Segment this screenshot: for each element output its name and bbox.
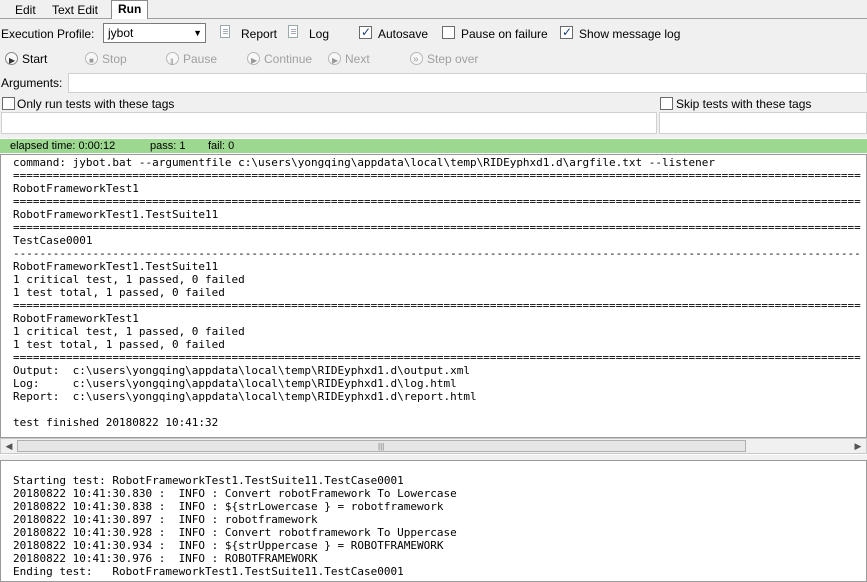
output-line: Log: c:\users\yongqing\appdata\local\tem… [13,377,457,390]
scrollbar-thumb[interactable]: ||| [17,440,746,452]
continue-button[interactable]: Continue [247,50,313,70]
output-line: 1 critical test, 1 passed, 0 failed [13,273,245,286]
tag-filter-row: Only run tests with these tags Skip test… [0,95,867,137]
run-toolbar: Execution Profile: jybot ▼ Report Log Au… [0,19,867,138]
autosave-checkbox[interactable] [359,25,372,39]
output-line: command: jybot.bat --argumentfile c:\use… [13,156,715,169]
fail-count: fail: 0 [208,140,235,152]
arguments-row: Arguments: [0,73,867,95]
step-over-button[interactable]: Step over [410,50,479,69]
only-run-tags-checkbox[interactable] [2,97,15,110]
stop-button[interactable]: Stop [85,50,127,70]
output-line: TestCase0001 [13,234,93,247]
output-line: 20180822 10:41:30.897 : INFO : robotfram… [13,513,318,526]
play-icon [5,52,18,70]
output-line: 1 critical test, 1 passed, 0 failed [13,325,245,338]
next-icon [328,52,341,70]
output-line: 20180822 10:41:30.976 : INFO : ROBOTFRAM… [13,552,318,565]
start-label: Start [22,52,48,66]
output-line: Output: c:\users\yongqing\appdata\local\… [13,364,470,377]
step-over-label: Step over [427,52,479,66]
start-button[interactable]: Start [5,50,48,70]
output-line: 20180822 10:41:30.928 : INFO : Convert r… [13,526,457,539]
arguments-label: Arguments: [1,76,63,90]
show-message-log-checkbox[interactable] [560,25,573,39]
output-line: RobotFrameworkTest1.TestSuite11 [13,260,219,273]
output-line: RobotFrameworkTest1.TestSuite11 [13,208,219,221]
output-line: 20180822 10:41:30.838 : INFO : ${strLowe… [13,500,444,513]
pause-on-failure-label: Pause on failure [461,27,548,41]
run-controls-row: Start Stop Pause Continue Next Step over [0,50,867,71]
skip-tags-checkbox[interactable] [660,97,673,110]
scrollbar-grip-icon: ||| [378,442,385,451]
output-line: Starting test: RobotFrameworkTest1.TestS… [13,474,404,487]
autosave-label: Autosave [378,27,429,41]
output-line: RobotFrameworkTest1 [13,182,139,195]
scroll-left-arrow-icon[interactable]: ◀ [2,440,16,453]
message-log-lines: Starting test: RobotFrameworkTest1.TestS… [13,474,457,578]
arguments-input[interactable] [68,73,867,93]
output-line: RobotFrameworkTest1 [13,312,139,325]
console-output[interactable]: command: jybot.bat --argumentfile c:\use… [0,154,867,438]
pause-label: Pause [183,52,218,66]
output-line: 1 test total, 1 passed, 0 failed [13,338,225,351]
stop-icon [85,52,98,70]
output-line: Report: c:\users\yongqing\appdata\local\… [13,390,477,403]
execution-profile-value: jybot [108,26,134,40]
report-button[interactable]: Report [241,27,277,41]
profile-row: Execution Profile: jybot ▼ Report Log Au… [0,19,867,46]
chevron-down-icon: ▼ [193,28,202,38]
continue-label: Continue [264,52,313,66]
show-message-log-label: Show message log [579,27,681,41]
output-line: ========================================… [13,351,861,364]
tab-edit[interactable]: Edit [8,1,43,19]
pause-icon [166,52,179,71]
tab-text-edit[interactable]: Text Edit [45,1,105,19]
output-line: 1 test total, 1 passed, 0 failed [13,286,225,299]
next-button[interactable]: Next [328,50,370,70]
stop-label: Stop [102,52,127,66]
output-line: 20180822 10:41:30.934 : INFO : ${strUppe… [13,539,444,552]
skip-tags-label: Skip tests with these tags [676,97,812,111]
output-line: ========================================… [13,221,861,234]
elapsed-time: elapsed time: 0:00:12 [10,140,116,152]
tab-bar: Edit Text Edit Run [0,0,867,20]
skip-tags-input[interactable] [659,112,867,134]
step-over-icon [410,51,423,69]
log-button[interactable]: Log [309,27,329,41]
execution-status-bar: elapsed time: 0:00:12 pass: 1 fail: 0 [0,139,867,153]
console-lines: command: jybot.bat --argumentfile c:\use… [13,156,861,429]
output-line: ----------------------------------------… [13,247,861,260]
message-log[interactable]: Starting test: RobotFrameworkTest1.TestS… [0,460,867,582]
continue-icon [247,52,260,70]
tab-run[interactable]: Run [111,0,149,20]
output-line: ========================================… [13,195,861,208]
output-line: 20180822 10:41:30.830 : INFO : Convert r… [13,487,457,500]
output-line: ========================================… [13,169,861,182]
report-doc-icon [220,25,230,38]
execution-profile-label: Execution Profile: [1,27,95,41]
log-doc-icon [288,25,298,38]
output-line: ========================================… [13,299,861,312]
output-line: test finished 20180822 10:41:32 [13,416,219,429]
next-label: Next [345,52,370,66]
pass-count: pass: 1 [150,140,186,152]
pause-on-failure-checkbox[interactable] [442,26,455,39]
console-horizontal-scrollbar[interactable]: ◀ ||| ▶ [0,438,867,454]
output-line: Ending test: RobotFrameworkTest1.TestSui… [13,565,404,578]
only-run-tags-input[interactable] [1,112,657,134]
scroll-right-arrow-icon[interactable]: ▶ [851,440,865,453]
only-run-tags-label: Only run tests with these tags [17,97,175,111]
execution-profile-select[interactable]: jybot ▼ [103,23,206,43]
pause-button[interactable]: Pause [166,50,218,71]
